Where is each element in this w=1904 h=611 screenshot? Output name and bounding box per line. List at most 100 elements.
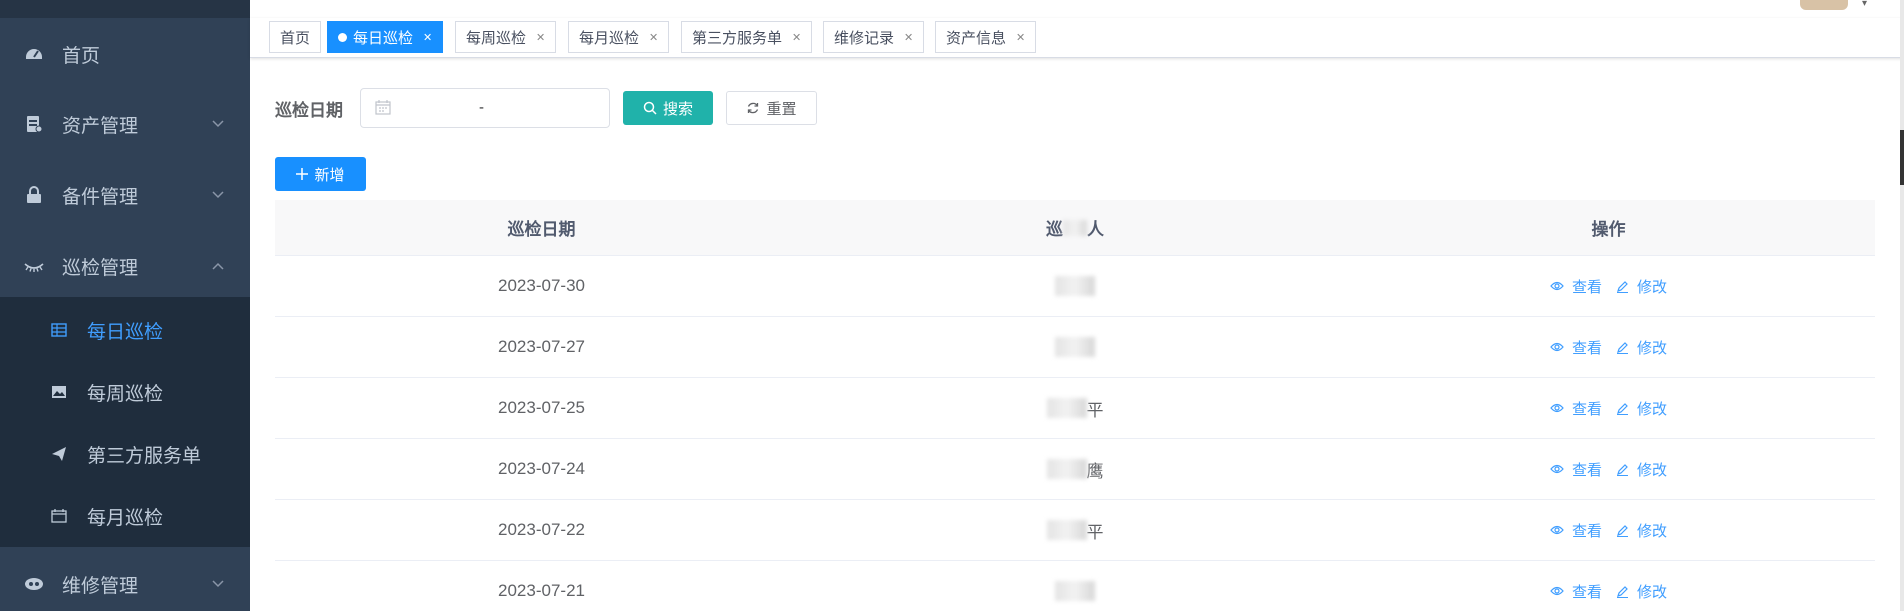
edit-button-label: 修改 [1637,339,1668,357]
tag-monthly-inspection[interactable]: 每月巡检 ✕ [568,21,670,53]
cell-inspector: 平 [808,378,1342,438]
tag-third-party[interactable]: 第三方服务单 ✕ [681,21,813,53]
view-button-label: 查看 [1571,522,1602,540]
plus-icon [296,168,309,180]
tag-label: 维修记录 [834,29,895,47]
tag-daily-inspection[interactable]: 每日巡检 ✕ [327,21,444,53]
cell-actions: 查看 修改 [1342,500,1875,560]
edit-icon [1616,341,1633,354]
tag-label: 每周巡检 [466,29,527,47]
tag-home[interactable]: 首页 [269,21,322,53]
edit-button[interactable]: 修改 [1616,581,1667,602]
view-button-label: 查看 [1571,583,1602,601]
edit-button[interactable]: 修改 [1616,276,1667,297]
view-button-label: 查看 [1571,461,1602,479]
column-header-actions: 操作 [1591,220,1626,239]
edit-button-label: 修改 [1637,522,1668,540]
edit-button[interactable]: 修改 [1616,337,1667,358]
cell-actions: 查看 修改 [1342,378,1875,438]
search-button[interactable]: 搜索 [623,91,713,125]
sidebar-item-repair[interactable]: 维修管理 [0,554,250,611]
view-button[interactable]: 查看 [1550,398,1602,419]
table-row: 2023-07-25 平 查看 修改 [275,378,1875,439]
reset-button[interactable]: 重置 [726,91,817,125]
date-range-picker[interactable]: - [360,88,610,128]
tag-label: 第三方服务单 [692,29,783,47]
cell-actions: 查看 修改 [1342,561,1875,611]
tag-repair-records[interactable]: 维修记录 ✕ [823,21,925,53]
view-button[interactable]: 查看 [1550,520,1602,541]
close-icon[interactable]: ✕ [536,31,545,44]
sidebar-subitem-third-party[interactable]: 第三方服务单 [0,423,250,485]
sidebar-subitem-label: 每周巡检 [87,383,164,405]
chevron-down-icon [212,577,224,591]
sidebar-top-strip [0,0,250,18]
sidebar-item-assets[interactable]: 资产管理 [0,94,250,154]
view-button-label: 查看 [1571,278,1602,296]
sidebar: 首页 资产管理 备件管理 巡检管理 每日巡检 每周巡检 第三方服务单 每月巡检 … [0,0,250,611]
close-icon[interactable]: ✕ [423,31,432,44]
inspection-table: 巡检日期 巡人 操作 2023-07-30 查看 修改 2023-07-27 查看 修改 2… [275,200,1875,611]
cell-inspector [808,561,1342,611]
edit-icon [1616,280,1633,293]
sidebar-item-label: 维修管理 [62,575,139,597]
edit-button-label: 修改 [1637,461,1668,479]
edit-icon [1616,524,1633,537]
view-button[interactable]: 查看 [1550,581,1602,602]
sidebar-item-home[interactable]: 首页 [0,24,250,84]
table-header: 巡检日期 巡人 操作 [275,200,1875,256]
avatar[interactable] [1800,0,1848,10]
edit-icon [1616,585,1633,598]
sidebar-subitem-label: 第三方服务单 [87,445,202,467]
sidebar-subitem-monthly[interactable]: 每月巡检 [0,485,250,547]
column-header-inspector-part: 巡 [1046,220,1063,239]
cell-date: 2023-07-25 [498,398,585,417]
column-header-date: 巡检日期 [507,220,576,239]
scrollbar-track[interactable] [1900,0,1904,611]
sidebar-subitem-weekly[interactable]: 每周巡检 [0,361,250,423]
close-icon[interactable]: ✕ [904,31,913,44]
sidebar-item-spares[interactable]: 备件管理 [0,165,250,225]
asset-icon [24,114,44,134]
sidebar-subitem-daily[interactable]: 每日巡检 [0,299,250,361]
table-row: 2023-07-24 鹰 查看 修改 [275,439,1875,500]
view-button[interactable]: 查看 [1550,276,1602,297]
tag-weekly-inspection[interactable]: 每周巡检 ✕ [455,21,557,53]
redaction-mask [1055,276,1095,296]
tag-label: 资产信息 [946,29,1007,47]
close-icon[interactable]: ✕ [792,31,801,44]
cell-inspector-visible: 平 [1086,400,1104,420]
view-button-label: 查看 [1571,339,1602,357]
tag-label: 每日巡检 [353,29,414,47]
eye-icon [1550,281,1568,291]
redaction-mask [1046,398,1087,418]
cell-date: 2023-07-30 [498,276,585,295]
edit-button[interactable]: 修改 [1616,520,1667,541]
edit-button-label: 修改 [1637,278,1668,296]
view-button[interactable]: 查看 [1550,337,1602,358]
cell-actions: 查看 修改 [1342,317,1875,377]
scrollbar-thumb[interactable] [1900,130,1904,185]
cell-actions: 查看 修改 [1342,439,1875,499]
close-icon[interactable]: ✕ [1016,31,1025,44]
edit-button[interactable]: 修改 [1616,459,1667,480]
chevron-up-icon [212,259,224,273]
date-filter-label: 巡检日期 [275,101,343,120]
tags-view: 首页 每日巡检 ✕ 每周巡检 ✕ 每月巡检 ✕ 第三方服务单 ✕ 维修记录 ✕ … [250,18,1904,58]
lock-icon [24,185,44,205]
edit-icon [1616,402,1633,415]
cell-date: 2023-07-21 [498,581,585,600]
view-button[interactable]: 查看 [1550,459,1602,480]
tag-asset-info[interactable]: 资产信息 ✕ [935,21,1037,53]
edit-icon [1616,463,1633,476]
edit-button[interactable]: 修改 [1616,398,1667,419]
caret-down-icon[interactable]: ▾ [1862,0,1867,9]
table-row: 2023-07-22 平 查看 修改 [275,500,1875,561]
table-row: 2023-07-30 查看 修改 [275,256,1875,317]
close-icon[interactable]: ✕ [649,31,658,44]
add-button[interactable]: 新增 [275,157,366,191]
sidebar-item-inspection[interactable]: 巡检管理 [0,236,250,296]
table-body: 2023-07-30 查看 修改 2023-07-27 查看 修改 2023-07-25 平查… [275,256,1875,611]
table-icon [50,321,68,339]
sidebar-item-label: 首页 [62,45,101,67]
